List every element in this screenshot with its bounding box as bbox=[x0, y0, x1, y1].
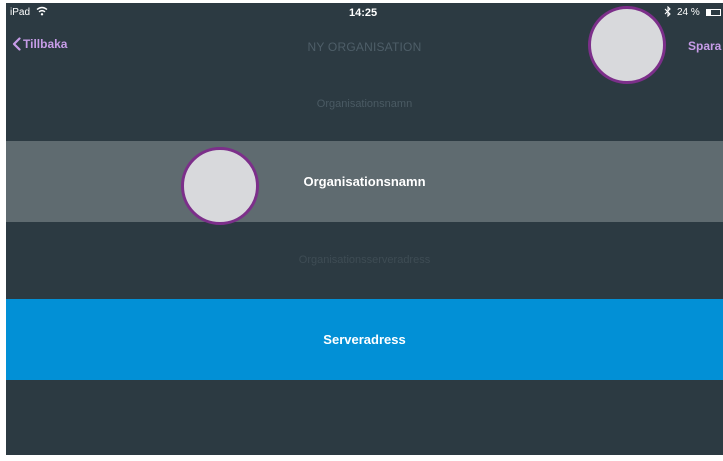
server-address-input[interactable] bbox=[6, 299, 723, 380]
device-name: iPad bbox=[10, 7, 31, 18]
touch-indicator bbox=[181, 147, 259, 225]
status-time: 14:25 bbox=[349, 7, 378, 19]
touch-indicator bbox=[588, 6, 666, 84]
save-button[interactable]: Spara bbox=[688, 39, 721, 53]
server-address-row bbox=[6, 299, 723, 380]
battery-percentage: 24 % bbox=[677, 7, 700, 18]
app-screen: iPad 14:25 24 % Tillbaka NY ORGANISATION… bbox=[6, 3, 723, 455]
organization-name-input[interactable] bbox=[6, 141, 723, 222]
wifi-icon bbox=[36, 6, 48, 16]
organization-name-row bbox=[6, 141, 723, 222]
battery-icon bbox=[706, 9, 721, 16]
bluetooth-icon bbox=[664, 6, 671, 17]
server-address-label: Organisationsserveradress bbox=[298, 254, 431, 266]
